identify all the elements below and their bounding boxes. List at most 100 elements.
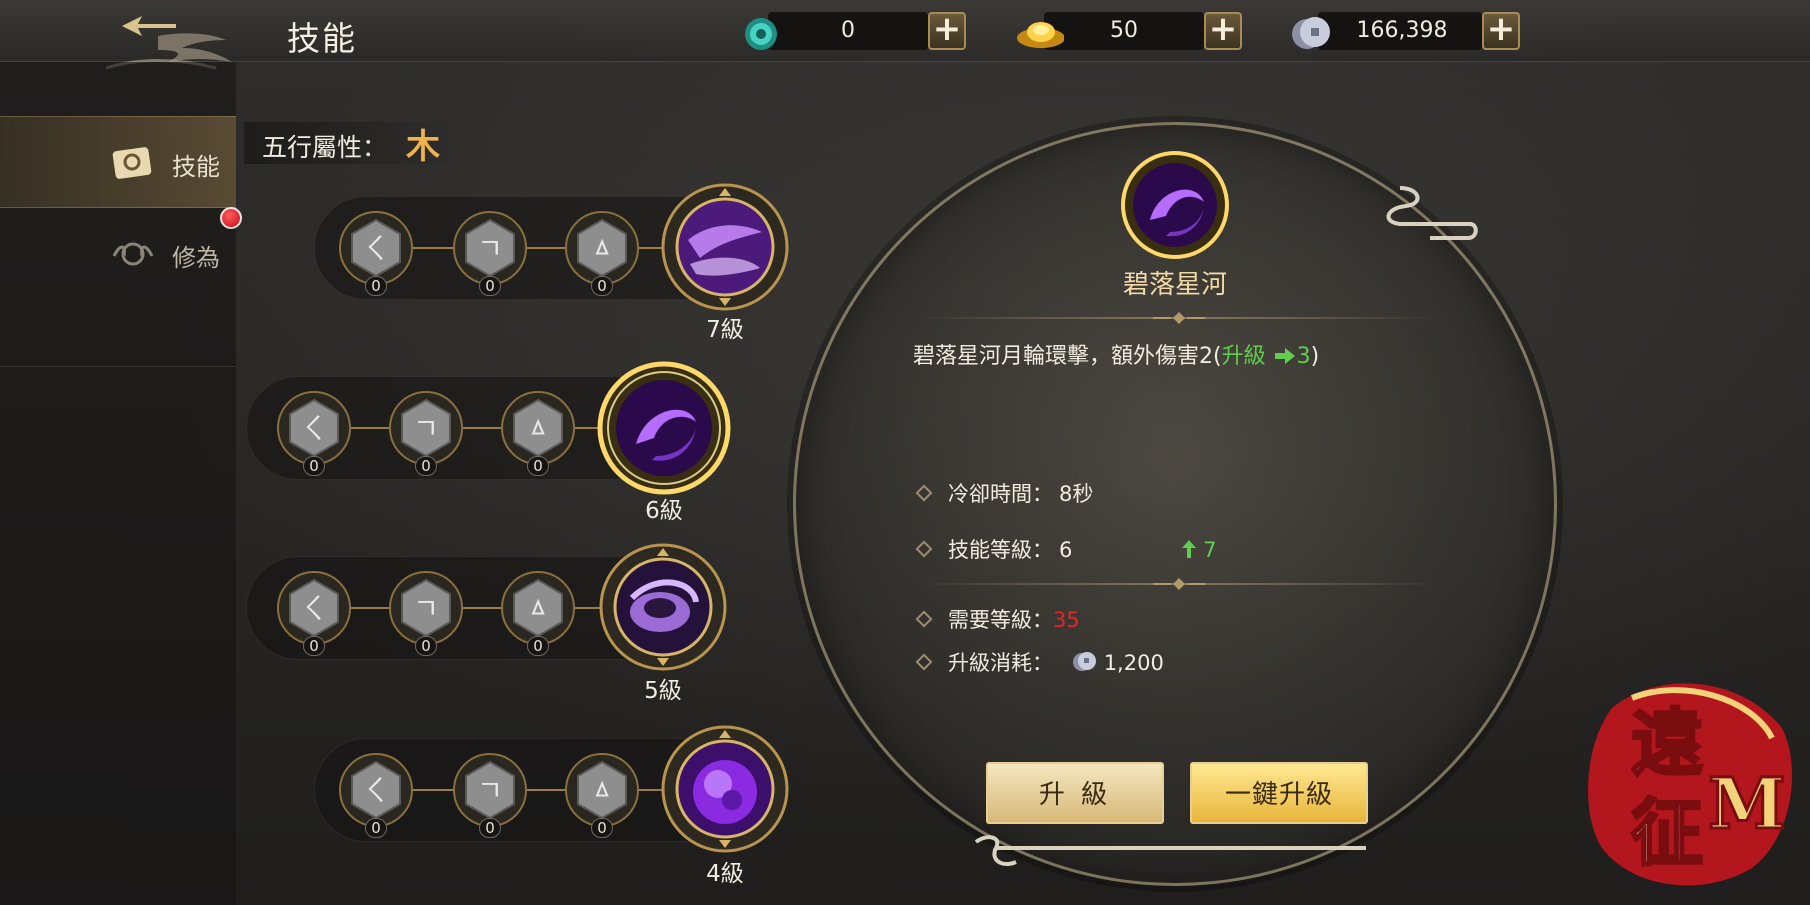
sidebar-item-cultivation[interactable]: 修為	[0, 208, 236, 300]
skill-orb-icon[interactable]	[598, 542, 728, 672]
rune-slot-icon[interactable]: ㄱ	[452, 210, 528, 286]
description-close: )	[1310, 344, 1320, 369]
stat-label: 冷卻時間：	[948, 482, 1053, 506]
sidebar-item-label: 修為	[172, 244, 220, 272]
skill-level: 4級	[706, 861, 744, 887]
rune-slot-icon[interactable]: ㄑ	[338, 210, 414, 286]
silver-coin-icon	[1292, 17, 1330, 49]
rune-slot-icon[interactable]: ㅿ	[500, 570, 576, 646]
description-next-value: 3	[1296, 344, 1311, 369]
svg-text:ㄱ: ㄱ	[413, 592, 439, 625]
currency-jade-value: 0	[841, 18, 855, 43]
rune-slot-icon[interactable]: ㄑ	[276, 570, 352, 646]
sidebar-divider	[0, 366, 236, 367]
stat-value: 8秒	[1059, 482, 1094, 506]
top-bar: 技能 0 + 50 + 166,398 +	[0, 0, 1810, 70]
stat-value: 35	[1053, 608, 1080, 632]
rune-count: 0	[591, 818, 613, 838]
svg-text:ㅿ: ㅿ	[589, 232, 615, 265]
rune-count: 0	[365, 818, 387, 838]
rune-count: 0	[527, 636, 549, 656]
stat-label: 技能等級：	[948, 538, 1053, 562]
svg-text:ㅿ: ㅿ	[589, 774, 615, 807]
rune-count: 0	[415, 456, 437, 476]
svg-text:ㄱ: ㄱ	[477, 232, 503, 265]
skill-level: 5級	[644, 678, 682, 704]
stat-upgrade-cost: 升級消耗： 1,200	[915, 647, 1164, 677]
description-text: 碧落星河月輪環擊，額外傷害2(	[913, 344, 1222, 369]
svg-text:M: M	[1708, 762, 1786, 845]
currency-gold: 50 +	[1014, 10, 1242, 52]
rune-count: 0	[415, 636, 437, 656]
silver-coin-icon	[1072, 652, 1096, 671]
skill-orb-icon[interactable]	[596, 360, 732, 496]
rune-slot-icon[interactable]: ㄱ	[452, 752, 528, 828]
rune-count: 0	[303, 456, 325, 476]
bullet-diamond-icon	[915, 484, 933, 502]
element-label: 五行屬性：	[262, 133, 388, 162]
cloud-ornament-icon	[974, 835, 1366, 867]
rune-count: 0	[479, 818, 501, 838]
sidebar-item-skills[interactable]: 技能	[0, 116, 236, 208]
svg-text:ㄱ: ㄱ	[477, 774, 503, 807]
skill-level: 7級	[706, 317, 744, 343]
stat-cooldown: 冷卻時間： 8秒	[915, 478, 1094, 508]
svg-text:ㄱ: ㄱ	[413, 412, 439, 445]
rune-count: 0	[527, 456, 549, 476]
skill-level: 6級	[645, 498, 683, 524]
arrow-up-icon	[1182, 540, 1197, 558]
rune-slot-icon[interactable]: ㅿ	[564, 210, 640, 286]
sidebar-item-label: 技能	[172, 153, 220, 181]
rune-slot-icon[interactable]: ㄑ	[276, 390, 352, 466]
svg-text:征: 征	[1631, 790, 1703, 875]
stat-skill-level: 技能等級： 6 7	[915, 534, 1217, 564]
svg-text:ㅿ: ㅿ	[525, 592, 551, 625]
one-key-upgrade-button[interactable]: 一鍵升級	[1190, 762, 1368, 824]
element-value: 木	[406, 127, 440, 167]
cloud-ornament-icon	[1386, 186, 1478, 240]
stat-label: 需要等級：	[948, 608, 1053, 632]
currency-gold-value: 50	[1110, 18, 1138, 43]
skill-orb-icon[interactable]	[660, 182, 790, 312]
divider-ornament-icon	[1153, 578, 1205, 590]
add-silver-button[interactable]: +	[1482, 12, 1520, 50]
upgrade-button[interactable]: 升 級	[986, 762, 1164, 824]
svg-text:遠: 遠	[1631, 700, 1703, 785]
currency-jade: 0 +	[738, 10, 966, 52]
divider-ornament-icon	[1153, 312, 1205, 324]
game-logo: 遠 征 M	[1588, 683, 1792, 886]
stat-label: 升級消耗：	[948, 651, 1053, 675]
sidebar: 技能 修為	[0, 62, 236, 905]
rune-slot-icon[interactable]: ㅿ	[564, 752, 640, 828]
bullet-diamond-icon	[915, 653, 933, 671]
svg-text:ㄑ: ㄑ	[362, 232, 390, 265]
skill-description: 碧落星河月輪環擊，額外傷害2(升級 3)	[913, 338, 1319, 370]
skill-book-icon	[112, 147, 152, 179]
bullet-diamond-icon	[915, 610, 933, 628]
stat-value: 1,200	[1103, 651, 1164, 675]
selected-skill-icon	[1121, 151, 1229, 259]
rune-count: 0	[303, 636, 325, 656]
skill-name: 碧落星河	[1122, 270, 1227, 300]
rune-count: 0	[591, 276, 613, 296]
rune-count: 0	[365, 276, 387, 296]
cultivation-icon	[112, 242, 154, 266]
add-jade-button[interactable]: +	[928, 12, 966, 50]
stat-required-level: 需要等級：35	[915, 604, 1080, 634]
currency-silver-value: 166,398	[1356, 18, 1448, 43]
page-title: 技能	[287, 19, 357, 58]
arrow-right-icon	[1274, 348, 1295, 364]
stat-next-value: 7	[1203, 538, 1217, 562]
rune-slot-icon[interactable]: ㄱ	[388, 390, 464, 466]
bullet-diamond-icon	[915, 540, 933, 558]
rune-count: 0	[479, 276, 501, 296]
rune-slot-icon[interactable]: ㄑ	[338, 752, 414, 828]
svg-text:ㄑ: ㄑ	[300, 412, 328, 445]
stat-value: 6	[1059, 538, 1073, 562]
rune-slot-icon[interactable]: ㅿ	[500, 390, 576, 466]
currency-silver: 166,398 +	[1288, 10, 1520, 52]
skill-orb-icon[interactable]	[660, 724, 790, 854]
notification-dot	[220, 207, 242, 229]
rune-slot-icon[interactable]: ㄱ	[388, 570, 464, 646]
add-gold-button[interactable]: +	[1204, 12, 1242, 50]
